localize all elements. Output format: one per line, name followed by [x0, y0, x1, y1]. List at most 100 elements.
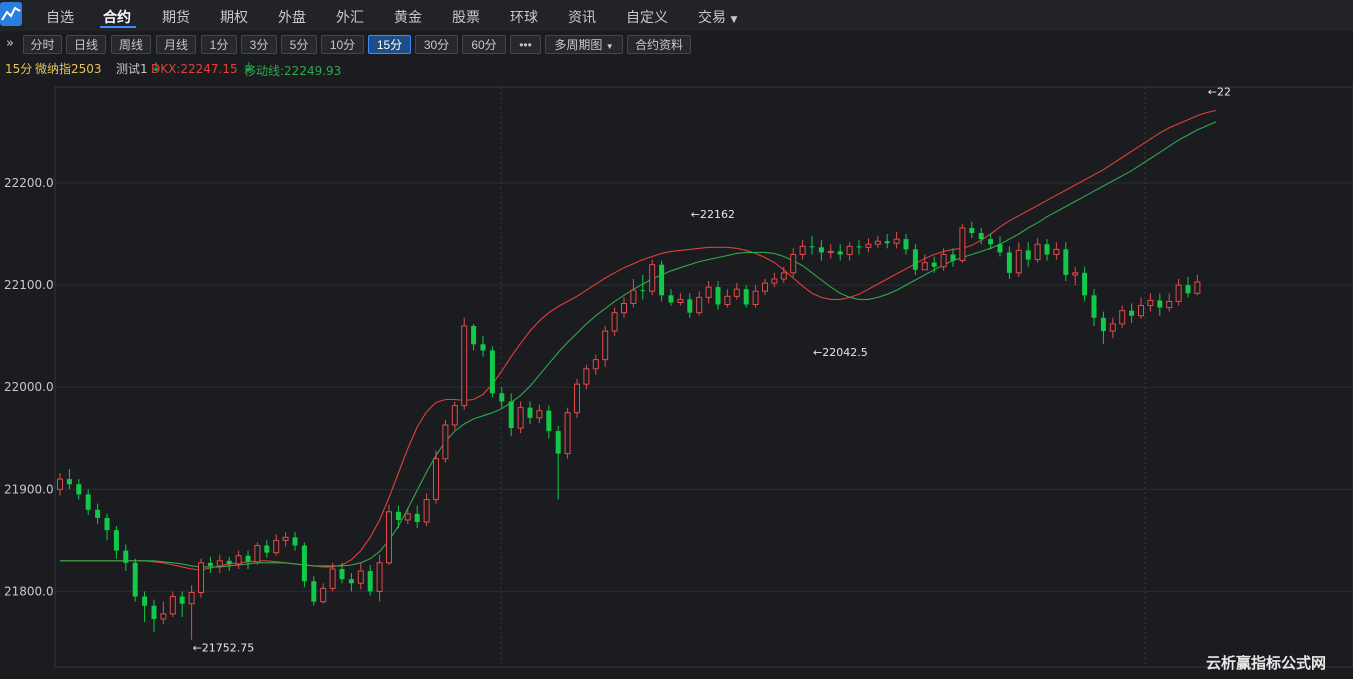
candle-body — [1109, 323, 1116, 332]
period-button-60m[interactable]: 60分 — [462, 35, 506, 54]
nav-tab-futures[interactable]: 期货 — [162, 7, 190, 27]
candle-body — [921, 262, 928, 271]
candle-body — [715, 287, 721, 305]
nav-tab-trade-label: 交易 — [698, 10, 726, 26]
period-button-30m[interactable]: 30分 — [415, 35, 458, 54]
candle-body — [471, 325, 477, 345]
candle-body — [348, 579, 354, 584]
nav-tab-custom[interactable]: 自定义 — [626, 7, 668, 27]
candle-body — [508, 401, 514, 429]
candle-body — [969, 227, 975, 234]
caret-down-icon: ▼ — [730, 15, 738, 25]
candle-body — [743, 289, 749, 305]
candle-body — [264, 545, 270, 553]
candle-body — [752, 290, 759, 305]
candle-body — [903, 239, 909, 250]
candle-body — [320, 587, 327, 603]
candle-body — [461, 325, 468, 407]
period-toolbar: » 分时 日线 周线 月线 1分 3分 5分 10分 15分 30分 60分 •… — [0, 31, 1353, 57]
period-button-5m[interactable]: 5分 — [281, 35, 317, 54]
indicator-name: 测试1 — [116, 62, 148, 76]
nav-tab-news[interactable]: 资讯 — [568, 7, 596, 27]
candle-body — [733, 288, 740, 297]
candle-body — [1175, 284, 1182, 302]
candle-body — [696, 296, 703, 314]
candle-body — [113, 530, 119, 551]
candle-body — [329, 568, 336, 589]
candle-body — [386, 511, 392, 564]
candle-body — [780, 272, 787, 280]
candle-body — [856, 246, 862, 248]
ma-value: 移动线:22249.93 ↓ — [244, 60, 341, 78]
candle-body — [1119, 310, 1126, 325]
period-button-10m[interactable]: 10分 — [321, 35, 364, 54]
candle-body — [1157, 300, 1163, 308]
active-tab-indicator — [100, 26, 136, 28]
candle-body — [226, 560, 232, 564]
candlestick-chart[interactable]: 21800.0 21900.0 22000.0 22100.0 22200.0 ←2175… — [0, 0, 1353, 679]
candle-body — [480, 344, 486, 351]
candle-body — [311, 581, 317, 602]
y-tick-label: 21900.0 — [4, 482, 54, 496]
candle-body — [66, 479, 72, 485]
candle-body — [705, 286, 712, 298]
candle-body — [404, 513, 411, 521]
candle-body — [884, 241, 890, 244]
candle-body — [245, 555, 251, 562]
nav-tab-trade[interactable]: 交易 ▼ — [698, 7, 737, 27]
candle-body — [762, 282, 768, 292]
candle-body — [367, 571, 373, 592]
ma-line — [60, 121, 1217, 568]
y-tick-label: 21800.0 — [4, 584, 54, 598]
candle-body — [649, 264, 656, 292]
candle-body — [85, 494, 91, 510]
nav-tab-foreign-market[interactable]: 外盘 — [278, 7, 306, 27]
nav-tab-gold[interactable]: 黄金 — [394, 7, 422, 27]
period-label: 15分 — [5, 62, 33, 76]
candle-body — [546, 410, 552, 432]
caret-down-icon: ▼ — [605, 42, 614, 51]
nav-tab-watchlist[interactable]: 自选 — [46, 7, 74, 27]
site-watermark: 云析赢指标公式网 — [1206, 654, 1327, 672]
candle-body — [724, 295, 731, 306]
period-button-intraday[interactable]: 分时 — [23, 35, 62, 54]
period-button-1m[interactable]: 1分 — [201, 35, 237, 54]
nav-tab-stocks[interactable]: 股票 — [452, 7, 480, 27]
candle-body — [1044, 244, 1050, 255]
candle-body — [978, 233, 984, 240]
candle-body — [687, 299, 693, 313]
contract-info-button[interactable]: 合约资料 — [627, 35, 691, 54]
app-logo-icon[interactable] — [0, 2, 22, 26]
nav-tab-global[interactable]: 环球 — [510, 7, 538, 27]
period-button-3m[interactable]: 3分 — [241, 35, 277, 54]
candle-body — [339, 568, 345, 580]
plot-frame — [54, 86, 1353, 668]
candle-body — [1185, 285, 1191, 294]
candle-body — [771, 278, 778, 284]
y-tick-label: 22100.0 — [4, 278, 54, 292]
candle-body — [790, 253, 797, 274]
expand-icon[interactable]: » — [6, 36, 14, 51]
period-button-weekly[interactable]: 周线 — [111, 35, 151, 54]
symbol-label: 微纳指2503 — [35, 62, 102, 76]
multi-period-chart-label: 多周期图 — [554, 38, 603, 52]
nav-tab-contracts[interactable]: 合约 — [103, 7, 131, 27]
period-button-monthly[interactable]: 月线 — [156, 35, 196, 54]
period-button-15m[interactable]: 15分 — [368, 35, 411, 54]
candle-body — [357, 570, 364, 584]
candle-body — [1082, 272, 1088, 296]
y-tick-label: 22200.0 — [4, 176, 54, 190]
multi-period-chart-button[interactable]: 多周期图 ▼ — [545, 35, 623, 54]
candle-body — [959, 227, 966, 262]
candle-body — [865, 243, 872, 248]
nav-tab-forex[interactable]: 外汇 — [336, 7, 364, 27]
more-periods-button[interactable]: ••• — [510, 35, 541, 54]
candle-body — [1053, 248, 1060, 255]
period-button-daily[interactable]: 日线 — [66, 35, 106, 54]
candle-body — [292, 537, 298, 546]
nav-tab-options[interactable]: 期权 — [220, 7, 248, 27]
candle-body — [254, 544, 261, 563]
candle-body — [583, 368, 590, 385]
candle-body — [555, 431, 561, 454]
dkx-line — [60, 109, 1217, 571]
